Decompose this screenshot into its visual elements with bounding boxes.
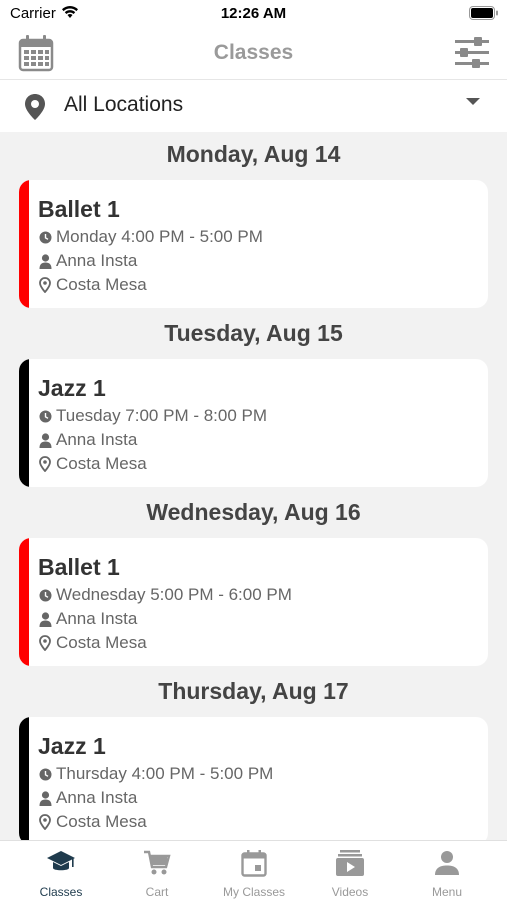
class-instructor: Anna Insta xyxy=(56,788,138,807)
graduation-cap-icon xyxy=(13,849,109,877)
class-time-row: Tuesday 7:00 PM - 8:00 PM xyxy=(38,406,267,426)
class-location: Costa Mesa xyxy=(56,633,147,652)
class-instructor-row: Anna Insta xyxy=(38,251,137,271)
class-instructor-row: Anna Insta xyxy=(38,609,137,629)
tab-label: Classes xyxy=(39,885,83,899)
battery-icon xyxy=(469,6,499,25)
class-instructor: Anna Insta xyxy=(56,430,138,449)
class-location-row: Costa Mesa xyxy=(38,275,147,295)
class-location-row: Costa Mesa xyxy=(38,633,147,653)
calendar-icon xyxy=(206,849,302,877)
location-value: All Locations xyxy=(64,93,184,116)
class-instructor: Anna Insta xyxy=(56,251,138,270)
person-icon xyxy=(38,611,52,627)
nav-bar: Classes xyxy=(0,28,507,80)
class-color-bar xyxy=(19,180,29,308)
class-location: Costa Mesa xyxy=(56,812,147,831)
tab-label: Cart xyxy=(145,885,169,899)
tab-label: Menu xyxy=(431,885,463,899)
class-time-row: Wednesday 5:00 PM - 6:00 PM xyxy=(38,585,292,605)
tab-label: My Classes xyxy=(222,885,285,899)
cart-icon xyxy=(109,849,205,877)
person-icon xyxy=(399,849,495,877)
class-instructor-row: Anna Insta xyxy=(38,430,137,450)
class-time-row: Monday 4:00 PM - 5:00 PM xyxy=(38,227,263,247)
class-location: Costa Mesa xyxy=(56,275,147,294)
person-icon xyxy=(38,253,52,269)
class-name: Jazz 1 xyxy=(38,733,106,759)
map-marker-icon xyxy=(38,456,52,472)
class-instructor-row: Anna Insta xyxy=(38,788,137,808)
clock-icon xyxy=(38,229,52,245)
location-pin-icon xyxy=(24,93,46,126)
class-card[interactable]: Jazz 1 Tuesday 7:00 PM - 8:00 PM Anna In… xyxy=(19,359,488,487)
location-selector[interactable]: All Locations xyxy=(0,80,507,132)
class-schedule-list: Monday, Aug 14 Ballet 1 Monday 4:00 PM -… xyxy=(0,133,507,840)
class-time: Thursday 4:00 PM - 5:00 PM xyxy=(56,764,274,783)
class-name: Jazz 1 xyxy=(38,375,106,401)
day-header: Wednesday, Aug 16 xyxy=(146,499,361,525)
tab-menu[interactable]: Menu xyxy=(399,841,495,901)
map-marker-icon xyxy=(38,814,52,830)
class-time: Tuesday 7:00 PM - 8:00 PM xyxy=(56,406,268,425)
clock-icon xyxy=(38,587,52,603)
class-color-bar xyxy=(19,359,29,487)
clock-icon xyxy=(38,408,52,424)
class-color-bar xyxy=(19,717,29,840)
class-card[interactable]: Ballet 1 Wednesday 5:00 PM - 6:00 PM Ann… xyxy=(19,538,488,666)
status-bar: Carrier 12:26 AM xyxy=(0,0,507,28)
class-name: Ballet 1 xyxy=(38,196,120,222)
tab-label: Videos xyxy=(331,885,369,899)
class-time: Monday 4:00 PM - 5:00 PM xyxy=(56,227,263,246)
day-header: Thursday, Aug 17 xyxy=(158,678,349,704)
class-card[interactable]: Ballet 1 Monday 4:00 PM - 5:00 PM Anna I… xyxy=(19,180,488,308)
clock-icon xyxy=(38,766,52,782)
person-icon xyxy=(38,790,52,806)
person-icon xyxy=(38,432,52,448)
map-marker-icon xyxy=(38,635,52,651)
class-location-row: Costa Mesa xyxy=(38,812,147,832)
tab-cart[interactable]: Cart xyxy=(109,841,205,901)
class-name: Ballet 1 xyxy=(38,554,120,580)
class-instructor: Anna Insta xyxy=(56,609,138,628)
page-title: Classes xyxy=(213,41,294,64)
dropdown-caret-icon xyxy=(466,98,480,105)
class-time: Wednesday 5:00 PM - 6:00 PM xyxy=(56,585,292,604)
day-header: Monday, Aug 14 xyxy=(166,141,341,167)
class-card[interactable]: Jazz 1 Thursday 4:00 PM - 5:00 PM Anna I… xyxy=(19,717,488,840)
class-location-row: Costa Mesa xyxy=(38,454,147,474)
class-time-row: Thursday 4:00 PM - 5:00 PM xyxy=(38,764,273,784)
tab-classes[interactable]: Classes xyxy=(13,841,109,901)
day-header: Tuesday, Aug 15 xyxy=(164,320,343,346)
tab-my-classes[interactable]: My Classes xyxy=(206,841,302,901)
tab-videos[interactable]: Videos xyxy=(302,841,398,901)
tab-bar: Classes Cart My Classes Videos Menu xyxy=(0,840,507,901)
video-icon xyxy=(302,849,398,877)
class-color-bar xyxy=(19,538,29,666)
clock-time: 12:26 AM xyxy=(220,5,287,22)
filter-sliders-icon[interactable] xyxy=(455,37,489,74)
map-marker-icon xyxy=(38,277,52,293)
class-location: Costa Mesa xyxy=(56,454,147,473)
